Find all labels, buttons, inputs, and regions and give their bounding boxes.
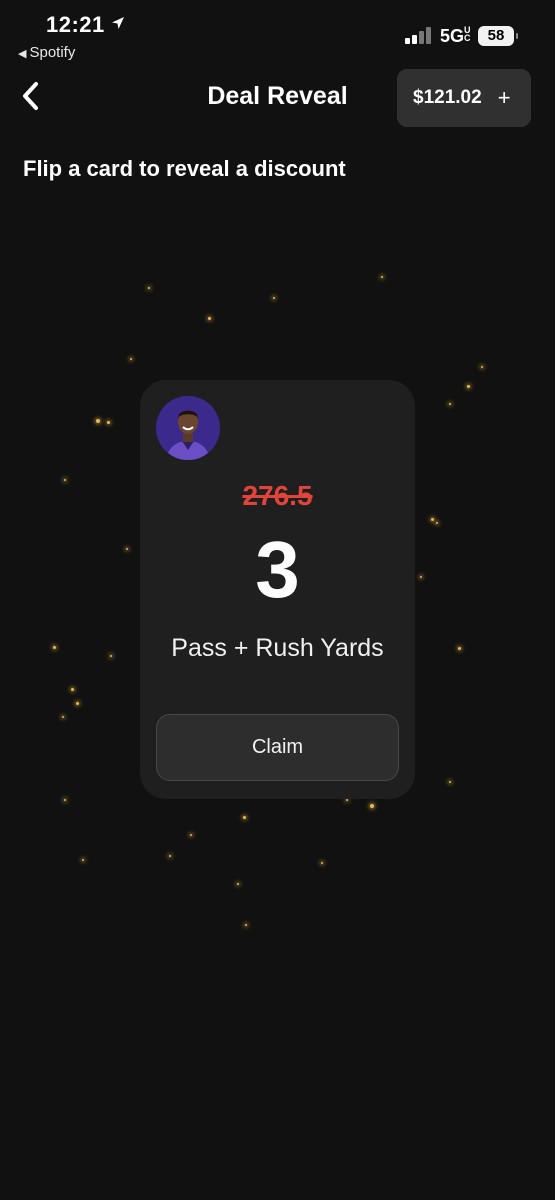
network-indicator: 5GUC xyxy=(440,26,471,47)
network-label: 5G xyxy=(440,26,465,46)
sparkle xyxy=(148,287,150,289)
location-arrow-icon xyxy=(111,17,124,29)
sparkle xyxy=(237,883,239,885)
instruction-text: Flip a card to reveal a discount xyxy=(23,156,346,181)
cellular-signal-icon xyxy=(405,26,433,44)
sparkle xyxy=(436,522,438,524)
network-mark: UC xyxy=(464,25,471,43)
sparkle xyxy=(110,655,112,657)
sparkle xyxy=(53,646,56,649)
sparkle xyxy=(130,358,132,360)
battery-icon: 58 xyxy=(478,26,518,46)
stat-type-label: Pass + Rush Yards xyxy=(171,634,384,662)
add-funds-button[interactable]: $121.02 + xyxy=(397,69,531,127)
sparkle xyxy=(370,804,374,808)
sparkle xyxy=(420,576,422,578)
status-time-text: 12:21 xyxy=(46,12,105,37)
sparkle xyxy=(449,781,451,783)
discounted-line-value: 3 xyxy=(255,525,300,614)
sparkle xyxy=(76,702,79,705)
balance-amount: $121.02 xyxy=(413,87,482,108)
battery-level: 58 xyxy=(487,27,505,44)
claim-button[interactable]: Claim xyxy=(156,714,399,781)
sparkle xyxy=(346,799,348,801)
back-to-app-link[interactable]: ◀ Spotify xyxy=(18,44,75,61)
back-triangle-icon: ◀ xyxy=(18,48,27,60)
sparkle xyxy=(190,834,192,836)
sparkle xyxy=(64,799,66,801)
plus-icon: + xyxy=(497,85,511,110)
claim-button-label: Claim xyxy=(251,736,304,758)
sparkle xyxy=(481,366,483,368)
sparkle xyxy=(62,716,64,718)
status-time: 12:21 xyxy=(46,12,125,38)
deal-card: 276.5 3 Pass + Rush Yards Claim xyxy=(140,380,415,799)
player-photo xyxy=(156,396,220,460)
sparkle xyxy=(449,403,451,405)
sparkle xyxy=(169,855,171,857)
sparkle xyxy=(431,518,434,521)
sparkle xyxy=(381,276,383,278)
sparkle xyxy=(245,924,247,926)
sparkle xyxy=(467,385,470,388)
sparkle xyxy=(71,688,74,691)
player-avatar xyxy=(156,396,220,460)
sparkle xyxy=(243,816,246,819)
original-line-value: 276.5 xyxy=(242,480,313,511)
sparkle xyxy=(126,548,128,550)
sparkle xyxy=(96,419,100,423)
back-app-label: Spotify xyxy=(29,44,76,61)
sparkle xyxy=(208,317,211,320)
sparkle xyxy=(107,421,110,424)
sparkle xyxy=(458,647,461,650)
sparkle xyxy=(321,862,323,864)
sparkle xyxy=(82,859,84,861)
sparkle xyxy=(273,297,275,299)
sparkle xyxy=(64,479,66,481)
